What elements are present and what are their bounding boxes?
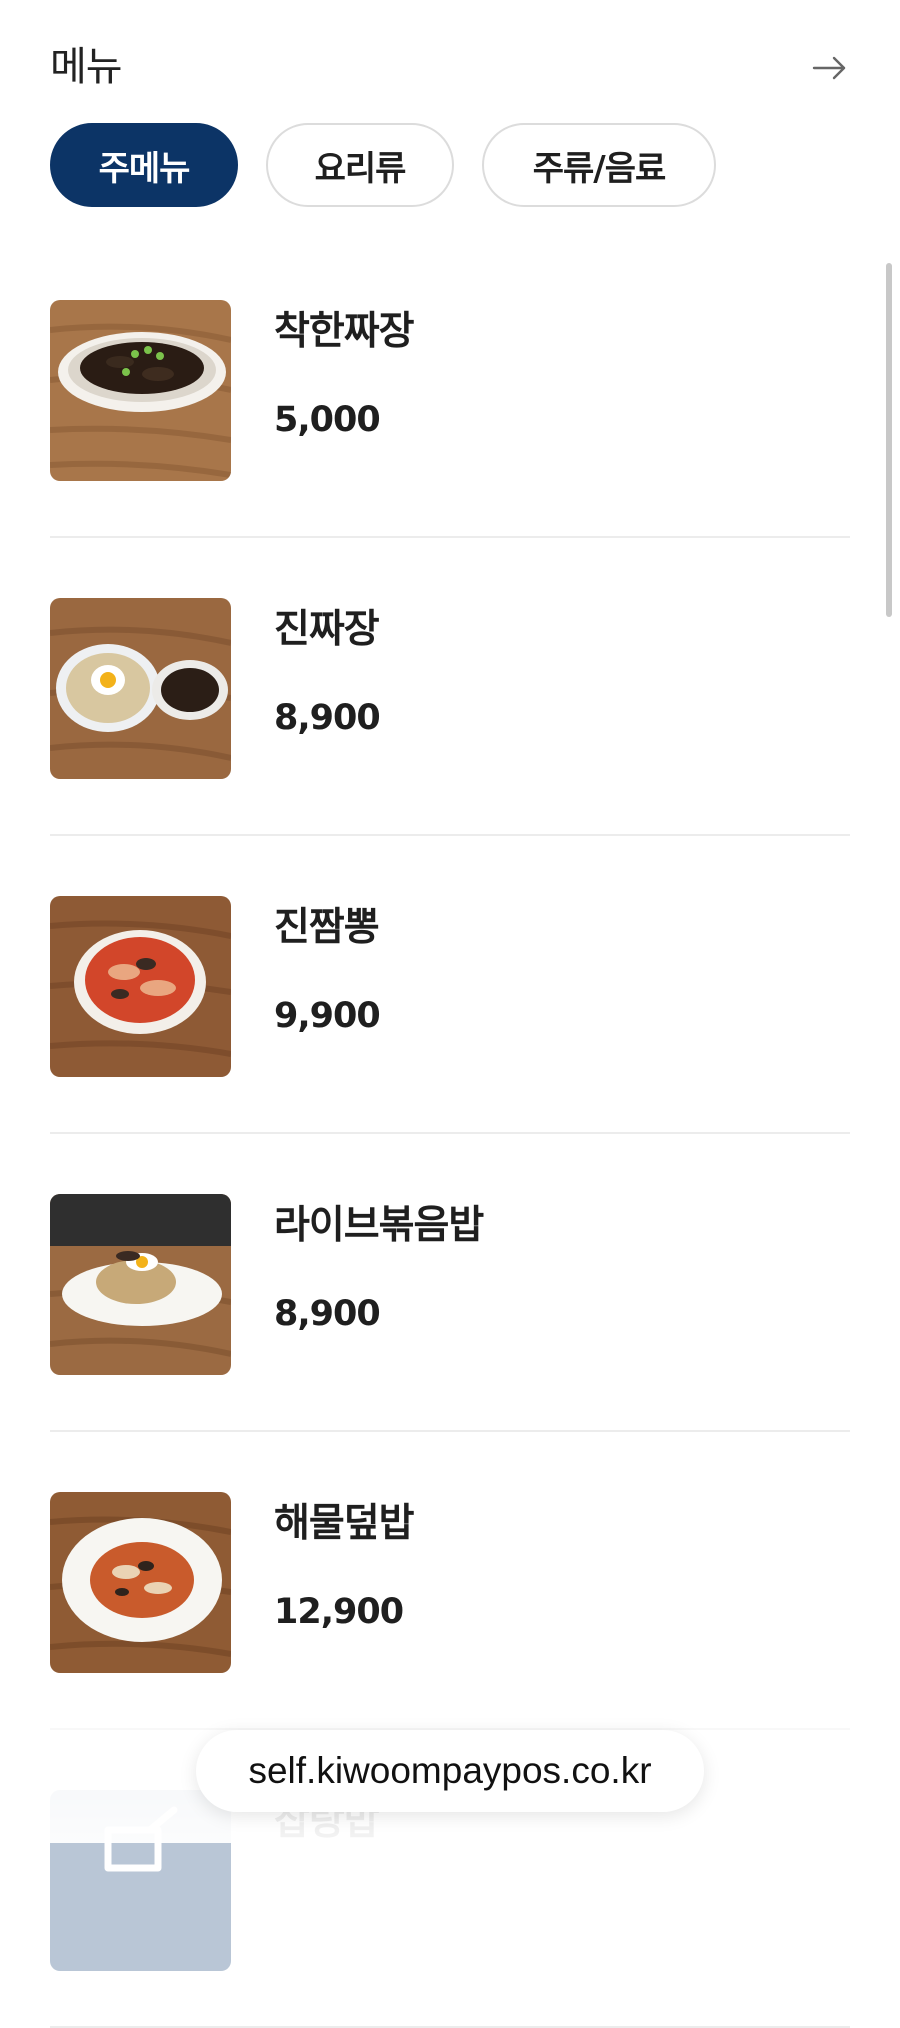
url-bar[interactable]: self.kiwoompaypos.co.kr [196,1730,704,1812]
menu-item-price: 8,900 [274,698,381,738]
scrollbar[interactable] [886,263,892,617]
menu-item-price: 9,900 [274,996,381,1036]
arrow-right-icon[interactable] [810,48,850,88]
menu-item[interactable]: 해물덮밥 12,900 [50,1432,850,1730]
menu-item-price: 8,900 [274,1294,381,1334]
menu-item[interactable]: 라이브볶음밥 8,900 [50,1134,850,1432]
category-tabs: 주메뉴 요리류 주류/음료 [50,123,716,207]
tab-drinks[interactable]: 주류/음료 [482,123,716,207]
menu-item[interactable]: 진짬뽕 9,900 [50,836,850,1134]
menu-item-image [50,896,231,1077]
tab-dishes[interactable]: 요리류 [266,123,454,207]
menu-item-name: 진짬뽕 [274,905,380,950]
menu-item-image-placeholder [50,1790,231,1971]
menu-item-name: 라이브볶음밥 [274,1203,484,1248]
menu-item-price: 12,900 [274,1592,404,1632]
menu-item-image [50,598,231,779]
menu-header: 메뉴 [50,30,850,100]
menu-item[interactable]: 진짜장 8,900 [50,538,850,836]
menu-item-name: 착한짜장 [274,309,415,354]
menu-item-image [50,300,231,481]
tab-main-menu[interactable]: 주메뉴 [50,123,238,207]
menu-item-name: 해물덮밥 [274,1501,415,1546]
menu-item-name: 진짜장 [274,607,380,652]
menu-item[interactable]: 착한짜장 5,000 [50,240,850,538]
menu-item-image [50,1492,231,1673]
menu-item-image [50,1194,231,1375]
menu-item-price: 5,000 [274,400,381,440]
page-title: 메뉴 [50,44,123,90]
